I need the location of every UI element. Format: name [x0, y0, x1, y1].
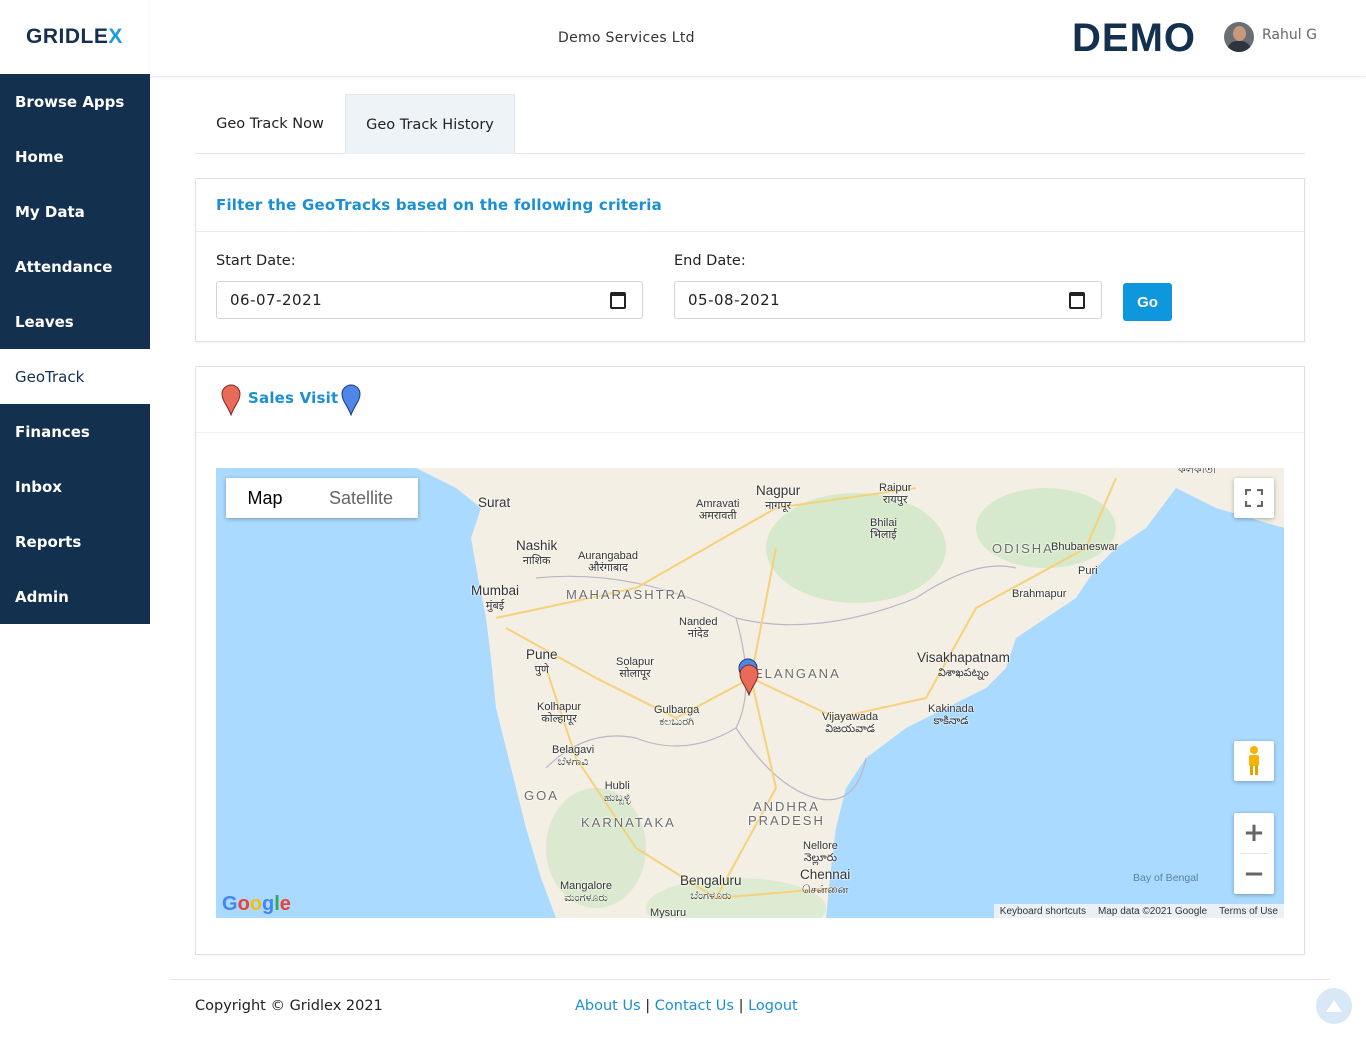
zoom-out-button[interactable]: −	[1234, 854, 1274, 894]
contact-us-link[interactable]: Contact Us	[655, 998, 734, 1014]
pegman-icon	[1249, 746, 1259, 775]
map-type-satellite-button[interactable]: Satellite	[304, 478, 418, 518]
map-label-amravati: Amravati अमरावती	[696, 498, 740, 522]
geotrack-tabs: Geo Track Now Geo Track History	[195, 94, 1305, 154]
zoom-in-button[interactable]: +	[1234, 813, 1274, 853]
sidebar: GRIDLEX Browse Apps Home My Data Attenda…	[0, 0, 150, 624]
map-label-hubli: Hubli ಹುಬ್ಬಳ್ಳಿ	[604, 780, 631, 804]
sales-visit-label: Sales Visit	[248, 389, 339, 407]
scroll-to-top-button[interactable]	[1316, 988, 1352, 1024]
end-date-field[interactable]: 05-08-2021	[674, 281, 1102, 319]
end-date-value: 05-08-2021	[688, 291, 781, 309]
map-label-belagavi: Belagavi ಬೆಳಗಾವಿ	[552, 744, 595, 768]
map-label-gulbarga: Gulbarga ಕಲಬುರಗಿ	[654, 704, 700, 728]
logo-container[interactable]: GRIDLEX	[0, 0, 150, 74]
sidebar-item-finances[interactable]: Finances	[0, 404, 150, 459]
map-label-bengaluru: Bengaluru ಬೆಂಗಳೂರು	[680, 873, 742, 903]
street-view-pegman[interactable]	[1234, 741, 1274, 781]
sidebar-item-inbox[interactable]: Inbox	[0, 459, 150, 514]
google-logo[interactable]: Google	[222, 893, 291, 916]
filter-card: Filter the GeoTracks based on the follow…	[195, 178, 1305, 342]
map-label-nanded: Nanded नांदेड	[679, 616, 718, 640]
start-date-field[interactable]: 06-07-2021	[216, 281, 643, 319]
sidebar-item-reports[interactable]: Reports	[0, 514, 150, 569]
blue-marker-icon	[341, 384, 361, 416]
sidebar-item-browse-apps[interactable]: Browse Apps	[0, 74, 150, 129]
about-us-link[interactable]: About Us	[575, 998, 641, 1014]
map-label-bhubaneswar: Bhubaneswar	[1051, 541, 1119, 553]
map-label-goa: GOA	[524, 788, 559, 803]
map-label-kolkata: কলকাতা	[1178, 468, 1217, 476]
map-label-pune: Pune पुणे	[526, 647, 558, 677]
sidebar-item-geotrack[interactable]: GeoTrack	[0, 349, 150, 404]
filter-card-header: Filter the GeoTracks based on the follow…	[196, 179, 1304, 232]
sidebar-item-my-data[interactable]: My Data	[0, 184, 150, 239]
map-label-mumbai: Mumbai मुंबई	[471, 583, 520, 613]
map-label-odisha: ODISHA	[992, 541, 1054, 556]
footer-divider	[170, 979, 1330, 980]
map-type-map-button[interactable]: Map	[226, 478, 304, 518]
map-label-mysuru: Mysuru	[650, 907, 687, 918]
map-data-text: Map data ©2021 Google	[1097, 905, 1208, 917]
google-map[interactable]: Surat Amravati अमरावती Nagpur नागपूर Raipu…	[216, 468, 1284, 918]
tab-geo-track-now[interactable]: Geo Track Now	[195, 94, 345, 154]
map-label-visakhapatnam: Visakhapatnam విశాఖపట్నం	[917, 650, 1010, 680]
map-label-mangalore: Mangalore ಮಂಗಳೂರು	[560, 880, 612, 904]
avatar[interactable]	[1224, 22, 1254, 52]
sidebar-item-admin[interactable]: Admin	[0, 569, 150, 624]
arrow-up-icon	[1326, 1000, 1342, 1012]
map-label-kakinada: Kakinada కాకినాడ	[928, 703, 974, 727]
map-attribution: Keyboard shortcuts Map data ©2021 Google…	[993, 904, 1284, 918]
keyboard-shortcuts-link[interactable]: Keyboard shortcuts	[994, 906, 1092, 917]
sidebar-item-home[interactable]: Home	[0, 129, 150, 184]
map-label-surat: Surat	[478, 495, 511, 510]
map-label-karnataka: KARNATAKA	[581, 815, 676, 830]
red-marker-icon	[221, 384, 241, 416]
red-marker-icon[interactable]	[739, 664, 759, 696]
map-type-control: Map Satellite	[226, 478, 418, 518]
map-label-raipur: Raipur रायपुर	[879, 482, 912, 506]
sidebar-nav: Browse Apps Home My Data Attendance Leav…	[0, 74, 150, 624]
footer-separator: |	[738, 998, 744, 1014]
tab-geo-track-history[interactable]: Geo Track History	[345, 94, 515, 154]
footer-links: About Us | Contact Us | Logout	[575, 998, 798, 1014]
terms-of-use-link[interactable]: Terms of Use	[1213, 906, 1284, 917]
brand-logo: DEMO	[1072, 16, 1196, 60]
calendar-icon[interactable]	[1069, 292, 1085, 309]
filter-title: Filter the GeoTracks based on the follow…	[216, 196, 662, 214]
map-label-aurangabad: Aurangabad औरंगाबाद	[578, 550, 638, 574]
user-name[interactable]: Rahul G	[1262, 27, 1317, 43]
map-label-nagpur: Nagpur नागपूर	[756, 483, 801, 513]
end-date-label: End Date:	[674, 253, 746, 269]
map-label-bhilai: Bhilai भिलाई	[870, 517, 897, 541]
start-date-value: 06-07-2021	[230, 291, 323, 309]
map-label-solapur: Solapur सोलापूर	[616, 656, 654, 680]
map-label-puri: Puri	[1078, 565, 1098, 577]
map-legend: Sales Visit	[196, 367, 1304, 433]
sidebar-item-attendance[interactable]: Attendance	[0, 239, 150, 294]
top-header: Demo Services Ltd DEMO Rahul G	[150, 0, 1366, 77]
copyright-text: Copyright © Gridlex 2021	[195, 998, 383, 1014]
map-label-kolhapur: Kolhapur कोल्हापूर	[537, 701, 582, 725]
sidebar-item-leaves[interactable]: Leaves	[0, 294, 150, 349]
company-name: Demo Services Ltd	[558, 30, 695, 46]
map-label-nellore: Nellore నెల్లూరు	[803, 840, 838, 864]
gridlex-logo[interactable]: GRIDLEX	[26, 25, 123, 49]
footer-separator: |	[645, 998, 651, 1014]
go-button[interactable]: Go	[1123, 283, 1172, 321]
map-label-maharashtra: MAHARASHTRA	[566, 587, 688, 602]
start-date-label: Start Date:	[216, 253, 296, 269]
map-label-andhra-pradesh: ANDHRA PRADESH	[748, 799, 825, 828]
logout-link[interactable]: Logout	[748, 998, 798, 1014]
map-label-nashik: Nashik नाशिक	[516, 538, 558, 568]
map-label-brahmapur: Brahmapur	[1012, 588, 1067, 600]
map-label-bay-of-bengal: Bay of Bengal	[1133, 872, 1199, 884]
map-label-vijayawada: Vijayawada విజయవాడ	[822, 711, 879, 735]
fullscreen-icon	[1245, 489, 1263, 507]
zoom-control: + −	[1234, 813, 1274, 894]
map-card: Sales Visit Surat Amravati अमरावती Nagpu…	[195, 366, 1305, 955]
calendar-icon[interactable]	[610, 292, 626, 309]
map-label-chennai: Chennai சென்னை	[800, 867, 851, 897]
fullscreen-button[interactable]	[1234, 478, 1274, 518]
